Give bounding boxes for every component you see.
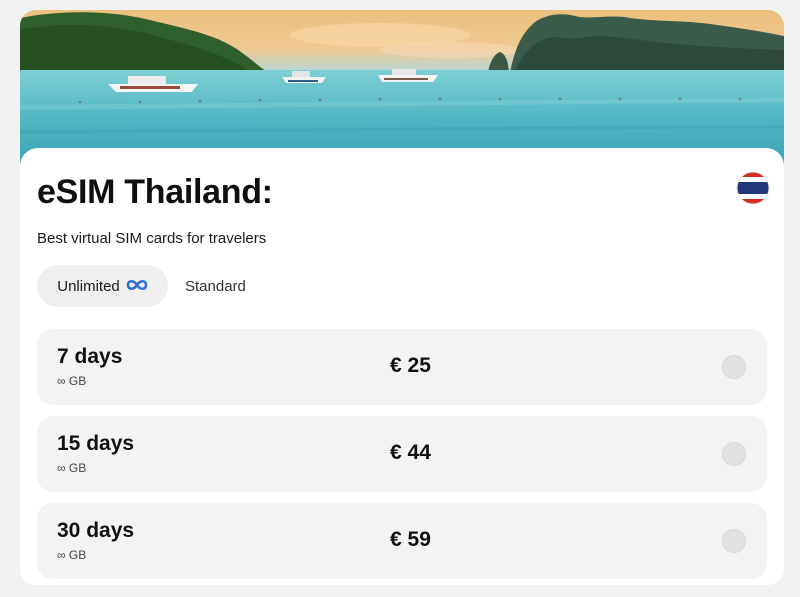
content-panel: eSIM Thailand: Best virtual SIM cards fo…: [20, 148, 784, 585]
plan-select-radio[interactable]: [722, 355, 746, 379]
tab-standard[interactable]: Standard: [185, 265, 275, 307]
plan-duration: 30 days: [57, 519, 135, 542]
plan-option-15-days[interactable]: 15 days ∞ GB € 44: [37, 416, 767, 492]
tab-unlimited[interactable]: Unlimited: [37, 265, 168, 307]
plan-duration: 15 days: [57, 432, 135, 455]
plan-duration: 7 days: [57, 345, 123, 368]
plan-option-30-days[interactable]: 30 days ∞ GB € 59: [37, 503, 767, 579]
plan-price: € 44: [390, 441, 431, 464]
plan-data-amount: ∞ GB: [57, 548, 87, 562]
plan-price: € 59: [390, 528, 431, 551]
hero-image: [20, 10, 784, 170]
plan-data-amount: ∞ GB: [57, 461, 87, 475]
plan-price: € 25: [390, 354, 431, 377]
page-title: eSIM Thailand:: [37, 173, 273, 211]
tab-standard-label: Standard: [185, 277, 246, 295]
plan-option-7-days[interactable]: 7 days ∞ GB € 25: [37, 329, 767, 405]
tab-unlimited-label: Unlimited: [57, 277, 120, 295]
thailand-flag-icon: [736, 171, 770, 205]
plan-select-radio[interactable]: [722, 442, 746, 466]
page-subtitle: Best virtual SIM cards for travelers: [37, 230, 267, 247]
plan-select-radio[interactable]: [722, 529, 746, 553]
esim-card: eSIM Thailand: Best virtual SIM cards fo…: [20, 10, 784, 585]
plan-data-amount: ∞ GB: [57, 374, 87, 388]
infinity-icon: [126, 278, 148, 295]
